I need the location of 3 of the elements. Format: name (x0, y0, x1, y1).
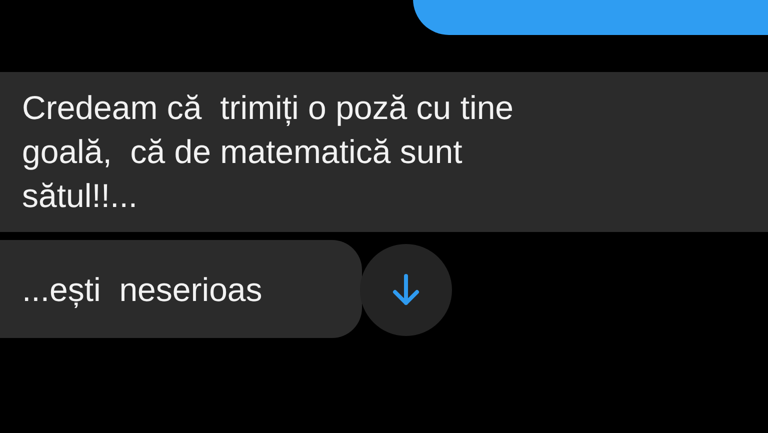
message-text: ...ești neserioas (22, 270, 262, 310)
arrow-down-icon (391, 273, 421, 307)
message-text: Credeam că trimiți o poză cu tine goală, că de matematică sunt sătul!!... (22, 88, 515, 216)
